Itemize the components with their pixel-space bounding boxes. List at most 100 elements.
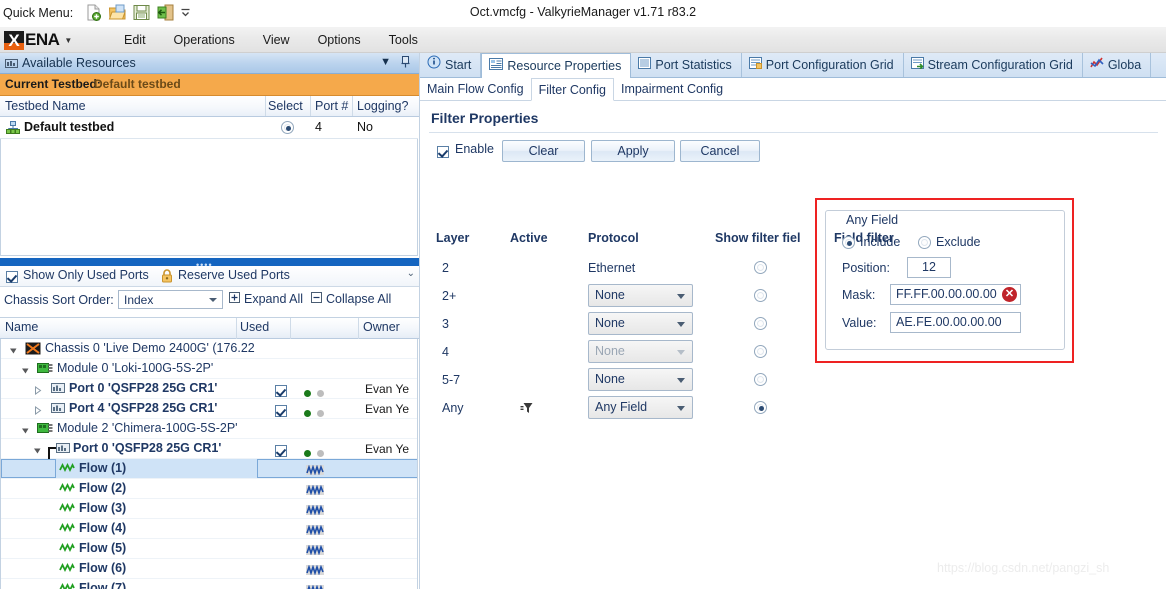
protocol-select[interactable]: None: [588, 312, 693, 335]
chevron-down-icon[interactable]: ▼: [64, 36, 72, 45]
show-filter-field-radio[interactable]: [754, 261, 767, 274]
show-filter-field-radio[interactable]: [754, 289, 767, 302]
show-filter-field-radio[interactable]: [754, 373, 767, 386]
chassis-sort-order-label: Chassis Sort Order:: [4, 293, 114, 307]
menu-item-tools[interactable]: Tools: [375, 27, 432, 53]
port-icon: [51, 402, 65, 417]
tab-resource-properties[interactable]: Resource Properties: [481, 53, 632, 78]
tree-row-label: Flow (5): [79, 541, 127, 555]
chassis-sort-order-select[interactable]: Index: [118, 290, 223, 309]
filter-row-layer-3: 3 None: [420, 312, 840, 340]
panel-splitter[interactable]: ••••: [0, 258, 419, 270]
subtab-impairment-config[interactable]: Impairment Config: [614, 78, 730, 100]
properties-icon: [489, 54, 504, 78]
collapse-all-icon[interactable]: [311, 292, 322, 306]
error-x-icon[interactable]: ✕: [1002, 287, 1017, 302]
col-testbed-name: Testbed Name: [5, 99, 86, 113]
protocol-value: Any Field: [595, 400, 648, 414]
tab-port-statistics[interactable]: Port Statistics: [631, 53, 742, 77]
protocol-select[interactable]: None: [588, 368, 693, 391]
collapse-all-button[interactable]: Collapse All: [326, 292, 391, 306]
subtab-filter-config[interactable]: Filter Config: [530, 78, 614, 101]
col-port-count: Port #: [315, 99, 349, 113]
cancel-button[interactable]: Cancel: [680, 140, 760, 162]
protocol-select[interactable]: None: [588, 284, 693, 307]
overflow-chevron-icon[interactable]: ⌄: [407, 268, 415, 279]
tree-connector-line: [48, 447, 56, 459]
collapse-twisty-icon[interactable]: [33, 384, 42, 395]
protocol-select[interactable]: None: [588, 340, 693, 363]
subtab-main-flow-config[interactable]: Main Flow Config: [420, 78, 531, 100]
tab-global[interactable]: Globa: [1083, 53, 1152, 77]
port-used-checkbox[interactable]: [275, 383, 287, 397]
expand-twisty-icon[interactable]: [21, 364, 30, 374]
chart-icon: [1090, 53, 1104, 77]
window-title: Oct.vmcfg - ValkyrieManager v1.71 r83.2: [469, 5, 697, 19]
tab-port-configuration-grid[interactable]: Port Configuration Grid: [742, 53, 904, 77]
exclude-radio[interactable]: [918, 236, 931, 249]
tree-row-flow[interactable]: Flow (4): [1, 519, 417, 539]
tab-label: Stream Configuration Grid: [927, 58, 1073, 72]
testbed-select-radio[interactable]: [281, 121, 294, 134]
expand-twisty-icon[interactable]: [21, 424, 30, 434]
show-filter-field-radio[interactable]: [754, 345, 767, 358]
value-input[interactable]: AE.FE.00.00.00.00: [890, 312, 1021, 333]
enable-checkbox[interactable]: [437, 144, 449, 158]
xena-logo[interactable]: X ENA ▼: [4, 30, 72, 50]
collapse-twisty-icon[interactable]: [33, 404, 42, 415]
pin-icon[interactable]: [400, 55, 411, 72]
tab-start[interactable]: Start: [420, 53, 482, 77]
testbed-name-value: Default testbed: [24, 120, 115, 134]
reserve-used-ports-label[interactable]: Reserve Used Ports: [178, 268, 290, 282]
menu-item-view[interactable]: View: [249, 27, 304, 53]
tree-row-flow[interactable]: Flow (3): [1, 499, 417, 519]
tree-row-flow[interactable]: Flow (6): [1, 559, 417, 579]
show-filter-field-radio[interactable]: [754, 317, 767, 330]
tree-row-port[interactable]: Port 0 'QSFP28 25G CR1' Evan Ye: [1, 379, 417, 399]
apply-button[interactable]: Apply: [591, 140, 675, 162]
clear-button[interactable]: Clear: [502, 140, 585, 162]
expand-all-icon[interactable]: [229, 292, 240, 306]
layer-label: 4: [442, 345, 449, 359]
protocol-value: None: [595, 288, 625, 302]
tree-row-port[interactable]: Port 4 'QSFP28 25G CR1' Evan Ye: [1, 399, 417, 419]
position-input[interactable]: 12: [907, 257, 951, 278]
filter-icon: [520, 401, 534, 418]
port-used-checkbox[interactable]: [275, 443, 287, 457]
expand-twisty-icon[interactable]: [33, 444, 42, 454]
show-only-used-ports-checkbox[interactable]: [6, 270, 18, 283]
expand-all-button[interactable]: Expand All: [244, 292, 303, 306]
resource-tree[interactable]: Chassis 0 'Live Demo 2400G' (176.22 Modu…: [0, 339, 418, 589]
col-divider: [310, 96, 311, 116]
port-owner: Evan Ye: [365, 442, 410, 456]
include-radio[interactable]: [842, 236, 855, 249]
chevron-down-icon: [677, 350, 685, 355]
tree-row-port[interactable]: Port 0 'QSFP28 25G CR1' Evan Ye: [1, 439, 417, 459]
tree-row-chassis[interactable]: Chassis 0 'Live Demo 2400G' (176.22: [1, 339, 417, 359]
chevron-down-icon[interactable]: ▼: [380, 56, 391, 68]
port-used-checkbox[interactable]: [275, 403, 287, 417]
tree-row-flow[interactable]: Flow (1): [1, 459, 417, 479]
protocol-select[interactable]: Any Field: [588, 396, 693, 419]
show-filter-field-radio[interactable]: [754, 401, 767, 414]
testbed-port-count: 4: [315, 120, 322, 134]
tab-stream-configuration-grid[interactable]: Stream Configuration Grid: [904, 53, 1083, 77]
menu-item-options[interactable]: Options: [304, 27, 375, 53]
tree-row-module[interactable]: Module 2 'Chimera-100G-5S-2P': [1, 419, 417, 439]
table-row[interactable]: Default testbed 4 No: [0, 117, 418, 139]
flow-row-indent-cell: [1, 459, 56, 478]
field-filter-highlight: Any Field Include Exclude Position: 12 M…: [815, 198, 1074, 363]
tree-row-module[interactable]: Module 0 'Loki-100G-5S-2P': [1, 359, 417, 379]
filter-row-any: Any Any Field: [420, 396, 840, 424]
tree-row-flow[interactable]: Flow (2): [1, 479, 417, 499]
expand-twisty-icon[interactable]: [9, 344, 18, 354]
tree-row-flow[interactable]: Flow (7): [1, 579, 417, 589]
position-label: Position:: [842, 261, 890, 275]
testbed-grid-empty-area: [0, 139, 418, 256]
lock-icon: [161, 269, 173, 286]
menu-item-operations[interactable]: Operations: [160, 27, 249, 53]
col-layer: Layer: [436, 231, 470, 245]
menu-item-edit[interactable]: Edit: [110, 27, 160, 53]
tree-row-flow[interactable]: Flow (5): [1, 539, 417, 559]
testbed-logging: No: [357, 120, 373, 134]
